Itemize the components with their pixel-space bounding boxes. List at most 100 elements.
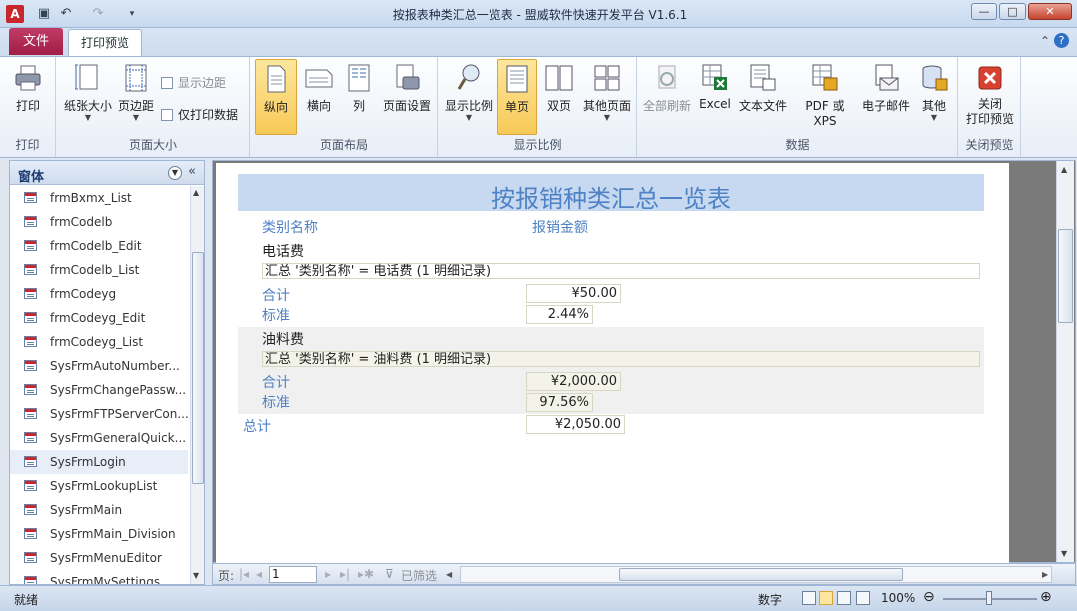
nav-item-label: frmCodelb bbox=[50, 215, 113, 229]
nav-item-form[interactable]: SysFrmAutoNumber... bbox=[10, 354, 188, 378]
scroll-right-icon[interactable]: ▶ bbox=[1042, 570, 1048, 579]
nav-item-form[interactable]: SysFrmGeneralQuick... bbox=[10, 426, 188, 450]
show-margins-checkbox[interactable]: 显示边距 bbox=[161, 74, 226, 91]
nav-item-form[interactable]: SysFrmMenuEditor bbox=[10, 546, 188, 570]
scroll-down-icon[interactable]: ▼ bbox=[1061, 549, 1067, 558]
print-group: 打印 打印 bbox=[0, 57, 56, 157]
next-page-icon[interactable]: ▸ bbox=[325, 567, 331, 581]
nav-item-label: SysFrmMain_Division bbox=[50, 527, 176, 541]
new-record-icon[interactable]: ▸✱ bbox=[358, 567, 374, 581]
form-icon bbox=[24, 384, 37, 395]
zoom-out-icon[interactable]: ⊖ bbox=[923, 589, 935, 605]
close-print-preview-button[interactable]: 关闭 打印预览 bbox=[962, 59, 1018, 135]
email-button[interactable]: 电子邮件 bbox=[860, 59, 912, 135]
nav-item-form[interactable]: SysFrmLookupList bbox=[10, 474, 188, 498]
margins-button[interactable]: 页边距 ▼ bbox=[115, 59, 157, 135]
landscape-label: 横向 bbox=[306, 99, 331, 113]
print-preview-view-icon[interactable] bbox=[819, 591, 833, 605]
filter-icon[interactable]: ⊽ bbox=[385, 567, 394, 581]
group-total-label: 合计 bbox=[262, 375, 290, 391]
print-button[interactable]: 打印 bbox=[8, 59, 48, 135]
design-view-icon[interactable] bbox=[856, 591, 870, 605]
nav-item-form[interactable]: SysFrmChangePassw... bbox=[10, 378, 188, 402]
navigation-scroll-thumb[interactable] bbox=[192, 252, 204, 484]
nav-item-form[interactable]: SysFrmMain bbox=[10, 498, 188, 522]
help-icon[interactable]: ? bbox=[1054, 33, 1069, 48]
landscape-button[interactable]: 横向 bbox=[299, 59, 339, 135]
nav-item-form[interactable]: frmCodelb_List bbox=[10, 258, 188, 282]
filter-status[interactable]: 已筛选 bbox=[401, 567, 437, 584]
scroll-down-icon[interactable]: ▼ bbox=[193, 571, 199, 580]
preview-horizontal-scrollbar[interactable] bbox=[460, 566, 1052, 583]
refresh-all-button[interactable]: 全部刷新 bbox=[640, 59, 694, 135]
redo-icon[interactable]: ↷ bbox=[90, 6, 106, 22]
nav-item-form[interactable]: frmCodelb bbox=[10, 210, 188, 234]
previous-page-icon[interactable]: ◂ bbox=[256, 567, 262, 581]
nav-item-label: SysFrmFTPServerCon... bbox=[50, 407, 188, 421]
nav-item-form[interactable]: SysFrmMain_Division bbox=[10, 522, 188, 546]
nav-item-form[interactable]: frmCodeyg bbox=[10, 282, 188, 306]
nav-item-form[interactable]: frmCodelb_Edit bbox=[10, 234, 188, 258]
refresh-icon bbox=[658, 65, 676, 89]
scroll-left-icon[interactable]: ◀ bbox=[446, 570, 452, 579]
more-export-button[interactable]: 其他 ▼ bbox=[914, 59, 954, 135]
tab-print-preview[interactable]: 打印预览 bbox=[68, 29, 142, 56]
group-ratio-label: 标准 bbox=[262, 395, 290, 411]
nav-item-form[interactable]: SysFrmFTPServerCon... bbox=[10, 402, 188, 426]
nav-item-form[interactable]: SysFrmMySettings... bbox=[10, 570, 188, 584]
columns-button[interactable]: 列 bbox=[341, 59, 377, 135]
group-summary-line: 汇总 '类别名称' = 电话费 (1 明细记录) bbox=[262, 263, 980, 279]
grand-total-value: ¥2,050.00 bbox=[526, 415, 625, 434]
nav-item-form[interactable]: SysFrmLogin bbox=[10, 450, 188, 474]
form-icon bbox=[24, 408, 37, 419]
paper-size-button[interactable]: 纸张大小 ▼ bbox=[63, 59, 113, 135]
show-margins-box[interactable] bbox=[161, 77, 173, 89]
print-data-only-box[interactable] bbox=[161, 109, 173, 121]
minimize-ribbon-icon[interactable]: ⌃ bbox=[1040, 34, 1050, 48]
close-window-button[interactable]: ✕ bbox=[1028, 3, 1072, 20]
more-pages-button[interactable]: 其他页面 ▼ bbox=[581, 59, 633, 135]
column-header-category: 类别名称 bbox=[262, 220, 318, 236]
margins-icon bbox=[125, 64, 147, 92]
print-data-only-checkbox[interactable]: 仅打印数据 bbox=[161, 106, 238, 123]
nav-item-form[interactable]: frmCodeyg_List bbox=[10, 330, 188, 354]
zoom-slider-thumb[interactable] bbox=[986, 591, 992, 605]
report-view-icon[interactable] bbox=[802, 591, 816, 605]
excel-export-button[interactable]: Excel bbox=[696, 59, 734, 135]
zoom-dropdown-icon: ▼ bbox=[465, 113, 473, 122]
maximize-button[interactable]: □ bbox=[999, 3, 1026, 20]
first-page-icon[interactable]: |◂ bbox=[239, 567, 249, 581]
collapse-pane-icon[interactable]: « bbox=[188, 164, 196, 179]
text-file-export-button[interactable]: 文本文件 bbox=[736, 59, 790, 135]
navigation-scrollbar[interactable]: ▲ ▼ bbox=[190, 186, 204, 584]
preview-horizontal-scroll-thumb[interactable] bbox=[619, 568, 903, 581]
save-icon[interactable]: ▣ bbox=[36, 6, 52, 22]
title-bar: A ▣ ↶ ↷ ▾ 按报表种类汇总一览表 - 盟威软件快速开发平台 V1.6.1… bbox=[0, 0, 1077, 28]
access-app-icon[interactable]: A bbox=[6, 5, 24, 23]
preview-vertical-scroll-thumb[interactable] bbox=[1058, 229, 1073, 323]
email-icon bbox=[875, 64, 899, 91]
layout-view-icon[interactable] bbox=[837, 591, 851, 605]
last-page-icon[interactable]: ▸| bbox=[340, 567, 350, 581]
form-icon bbox=[24, 480, 37, 491]
tab-file[interactable]: 文件 bbox=[9, 28, 63, 55]
undo-icon[interactable]: ↶ bbox=[58, 6, 74, 22]
page-size-group: 纸张大小 ▼ 页边距 ▼ 显示边距 仅打印数据 页面大小 bbox=[57, 57, 250, 157]
two-pages-button[interactable]: 双页 bbox=[539, 59, 579, 135]
zoom-in-icon[interactable]: ⊕ bbox=[1040, 589, 1052, 605]
form-icon bbox=[24, 552, 37, 563]
one-page-button[interactable]: 单页 bbox=[497, 59, 537, 135]
minimize-button[interactable]: — bbox=[971, 3, 997, 20]
scroll-up-icon[interactable]: ▲ bbox=[1061, 165, 1067, 174]
zoom-button[interactable]: 显示比例 ▼ bbox=[443, 59, 495, 135]
nav-item-form[interactable]: frmCodeyg_Edit bbox=[10, 306, 188, 330]
pdf-xps-export-button[interactable]: PDF 或 XPS bbox=[792, 59, 858, 135]
page-setup-button[interactable]: 页面设置 bbox=[379, 59, 435, 135]
customize-qat-icon[interactable]: ▾ bbox=[124, 6, 140, 22]
portrait-button[interactable]: 纵向 bbox=[255, 59, 297, 135]
page-number-input[interactable]: 1 bbox=[269, 566, 317, 583]
scroll-up-icon[interactable]: ▲ bbox=[193, 188, 199, 197]
nav-item-form[interactable]: frmBxmx_List bbox=[10, 186, 188, 210]
category-dropdown-icon[interactable]: ▼ bbox=[168, 166, 182, 180]
preview-vertical-scrollbar[interactable]: ▲ ▼ bbox=[1056, 161, 1074, 562]
